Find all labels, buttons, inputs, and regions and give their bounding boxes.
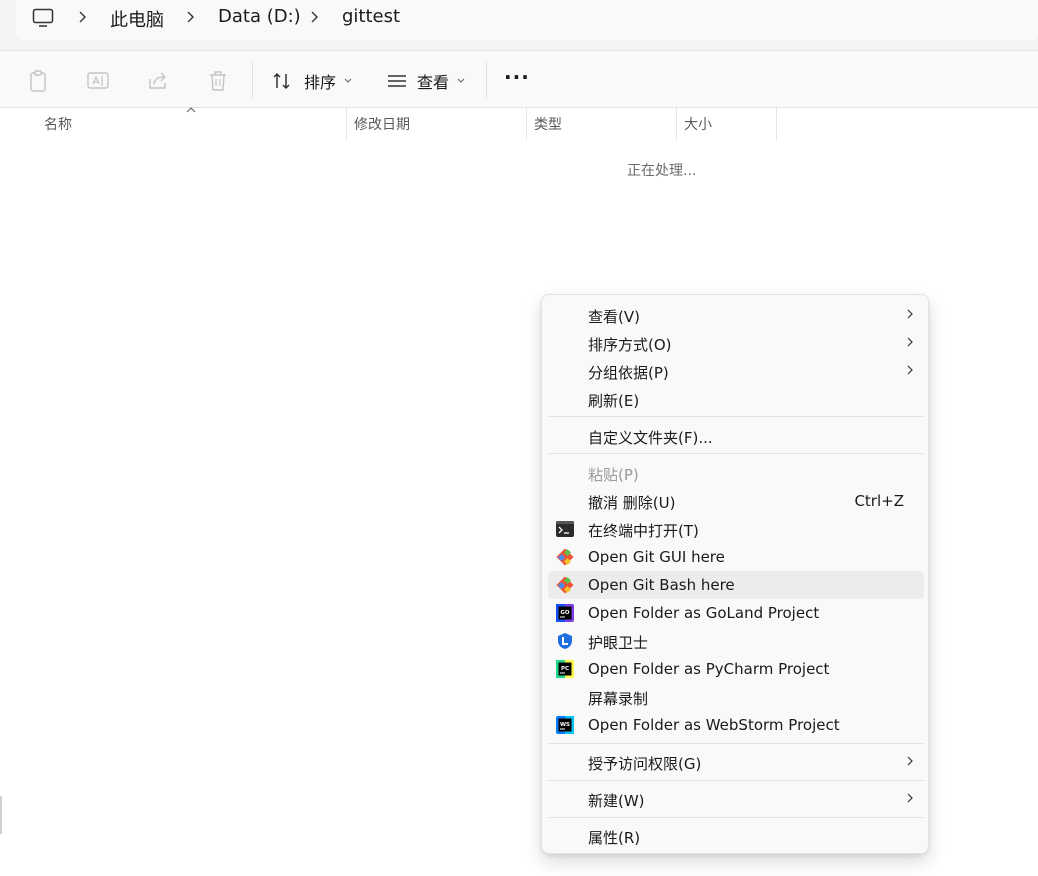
column-divider[interactable]: [526, 108, 527, 140]
chevron-right-icon[interactable]: [184, 9, 198, 25]
menu-item-label: Open Folder as GoLand Project: [588, 604, 820, 622]
column-header-size[interactable]: 大小: [684, 114, 712, 134]
chevron-right-icon[interactable]: [308, 9, 322, 25]
menu-item-git-gui[interactable]: Open Git GUI here: [548, 543, 924, 571]
menu-separator: [548, 743, 924, 744]
svg-text:GO: GO: [560, 610, 570, 616]
menu-item-screen-record[interactable]: 屏幕录制: [548, 683, 924, 711]
chevron-right-icon[interactable]: [76, 9, 90, 25]
rename-icon[interactable]: [86, 69, 110, 93]
sort-ascending-icon: [186, 107, 196, 113]
menu-item-view[interactable]: 查看(V): [548, 301, 924, 329]
svg-text:WS: WS: [560, 722, 570, 728]
column-header-name[interactable]: 名称: [44, 114, 72, 134]
menu-item-properties[interactable]: 属性(R): [548, 822, 924, 850]
breadcrumb-gittest[interactable]: gittest: [342, 6, 400, 27]
menu-item-label: 刷新(E): [588, 392, 640, 410]
column-divider[interactable]: [346, 108, 347, 140]
menu-item-new[interactable]: 新建(W): [548, 785, 924, 813]
toolbar-divider: [486, 61, 487, 99]
menu-item-sort-by[interactable]: 排序方式(O): [548, 329, 924, 357]
menu-item-goland[interactable]: GO Open Folder as GoLand Project: [548, 599, 924, 627]
sort-label: 排序: [304, 73, 337, 92]
menu-item-customize-folder[interactable]: 自定义文件夹(F)...: [548, 422, 924, 450]
more-options-button[interactable]: ···: [504, 63, 530, 91]
menu-item-label: 护眼卫士: [588, 634, 649, 652]
menu-item-label: 排序方式(O): [588, 336, 672, 354]
view-label: 查看: [417, 73, 450, 92]
chevron-right-icon: [907, 365, 913, 375]
breadcrumb-this-pc[interactable]: 此电脑: [110, 6, 164, 32]
menu-item-label: 粘贴(P): [588, 466, 639, 484]
menu-item-label: 自定义文件夹(F)...: [588, 429, 713, 447]
paste-icon[interactable]: [26, 69, 50, 93]
menu-item-label: Open Git GUI here: [588, 548, 725, 566]
this-pc-icon[interactable]: [32, 8, 54, 28]
menu-separator: [548, 416, 924, 417]
menu-item-label: Open Git Bash here: [588, 576, 735, 594]
menu-item-label: 屏幕录制: [588, 690, 649, 708]
menu-item-label: 分组依据(P): [588, 364, 669, 382]
chevron-right-icon: [907, 337, 913, 347]
menu-item-paste: 粘贴(P): [548, 459, 924, 487]
svg-text:PC: PC: [561, 666, 569, 672]
menu-item-grant-access[interactable]: 授予访问权限(G): [548, 748, 924, 776]
menu-item-label: Open Folder as PyCharm Project: [588, 660, 830, 678]
git-icon: [556, 576, 574, 594]
chevron-right-icon: [907, 793, 913, 803]
menu-item-webstorm[interactable]: WS Open Folder as WebStorm Project: [548, 711, 924, 739]
column-header-type[interactable]: 类型: [534, 114, 562, 134]
menu-item-pycharm[interactable]: PC Open Folder as PyCharm Project: [548, 655, 924, 683]
menu-item-label: 撤消 删除(U): [588, 494, 676, 512]
menu-item-git-bash[interactable]: Open Git Bash here: [548, 571, 924, 599]
menu-item-undo-delete[interactable]: 撤消 删除(U) Ctrl+Z: [548, 487, 924, 515]
pane-edge: [0, 796, 2, 834]
address-bar[interactable]: 此电脑 Data (D:) gittest: [16, 0, 1038, 40]
menu-separator: [548, 453, 924, 454]
more-icon: ···: [504, 65, 530, 89]
column-header-modified[interactable]: 修改日期: [354, 114, 410, 134]
menu-item-refresh[interactable]: 刷新(E): [548, 385, 924, 413]
menu-item-label: 新建(W): [588, 792, 645, 810]
delete-icon[interactable]: [206, 69, 230, 93]
goland-icon: GO: [556, 604, 574, 622]
address-bar-area: 此电脑 Data (D:) gittest: [0, 0, 1038, 51]
toolbar-divider: [252, 61, 253, 99]
menu-item-group-by[interactable]: 分组依据(P): [548, 357, 924, 385]
view-icon: [388, 75, 406, 87]
menu-item-label: 授予访问权限(G): [588, 755, 702, 773]
processing-status: 正在处理...: [627, 163, 697, 179]
column-divider[interactable]: [776, 108, 777, 140]
menu-item-label: 在终端中打开(T): [588, 522, 699, 540]
chevron-down-icon: [344, 78, 352, 83]
webstorm-icon: WS: [556, 716, 574, 734]
menu-separator: [548, 817, 924, 818]
menu-item-label: Open Folder as WebStorm Project: [588, 716, 840, 734]
menu-item-open-terminal[interactable]: 在终端中打开(T): [548, 515, 924, 543]
breadcrumb-data-drive[interactable]: Data (D:): [218, 6, 301, 27]
menu-item-label: 查看(V): [588, 308, 640, 326]
shortcut-label: Ctrl+Z: [854, 492, 904, 510]
chevron-down-icon: [457, 78, 465, 83]
terminal-icon: [556, 521, 574, 537]
chevron-right-icon: [907, 309, 913, 319]
menu-separator: [548, 780, 924, 781]
pycharm-icon: PC: [556, 660, 574, 678]
chevron-right-icon: [907, 756, 913, 766]
sort-icon: [273, 72, 290, 90]
eye-guard-icon: [558, 633, 572, 649]
column-divider[interactable]: [676, 108, 677, 140]
share-icon[interactable]: [146, 69, 170, 93]
view-button[interactable]: 查看: [386, 67, 465, 95]
command-bar: 排序 查看 ···: [0, 51, 1038, 108]
context-menu: 查看(V) 排序方式(O) 分组依据(P) 刷新(E) 自定义文件夹(F)...…: [541, 294, 929, 854]
git-icon: [556, 548, 574, 566]
menu-item-eye-guard[interactable]: 护眼卫士: [548, 627, 924, 655]
sort-button[interactable]: 排序: [272, 67, 352, 95]
menu-item-label: 属性(R): [588, 829, 641, 847]
